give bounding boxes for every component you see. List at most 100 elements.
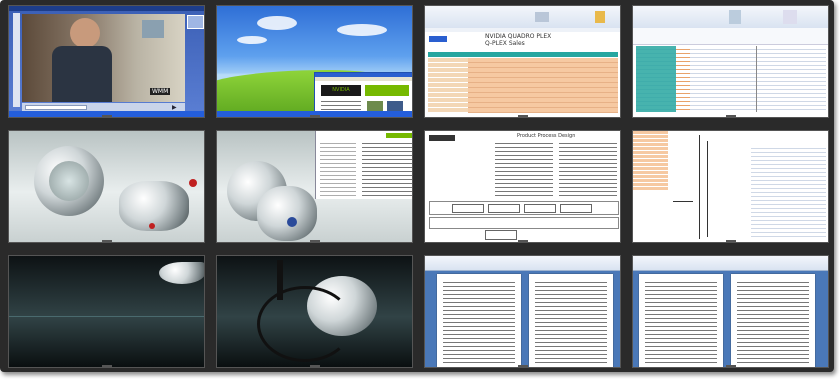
cloud <box>337 24 387 36</box>
metal-part <box>257 186 317 241</box>
page-text <box>443 280 515 364</box>
player-sidebar <box>13 13 20 107</box>
video-logo: WMM <box>150 88 171 95</box>
orange-column <box>676 46 690 112</box>
bezel-tab <box>309 115 320 117</box>
player-title-bar <box>9 6 204 11</box>
highlighted-cells[interactable] <box>468 58 618 113</box>
flow-box <box>452 204 484 213</box>
data-table[interactable] <box>428 58 618 113</box>
cloud <box>237 36 267 44</box>
sheet-subtitle: Q-PLEX Sales <box>485 40 525 47</box>
doc-text-col <box>559 141 617 197</box>
wall-picture <box>142 20 164 38</box>
table-column <box>707 141 748 237</box>
ribbon-button[interactable] <box>729 10 741 24</box>
data-table[interactable] <box>636 46 826 112</box>
video-wall-frame: WMM ▶ NVIDIA NVIDIA QUADRO PLEX Q-PLEX S… <box>0 0 834 372</box>
display-panel-3: NVIDIA QUADRO PLEX Q-PLEX Sales <box>424 5 621 118</box>
display-panel-9 <box>8 255 205 368</box>
doc-logo <box>429 135 455 141</box>
bezel-tab <box>309 240 320 242</box>
bezel-tab <box>101 365 112 367</box>
bezel-tab <box>101 115 112 117</box>
row-labels <box>428 58 468 113</box>
horizon-line <box>9 316 204 317</box>
person-body <box>52 46 112 102</box>
ribbon-toolbar[interactable] <box>633 256 828 271</box>
ribbon-button[interactable] <box>595 11 605 23</box>
document-page[interactable] <box>639 274 723 367</box>
bezel-tab <box>517 240 528 242</box>
doc-banner <box>386 133 412 138</box>
flow-box <box>485 230 517 240</box>
display-panel-2: NVIDIA <box>216 5 413 118</box>
nvidia-logo: NVIDIA <box>321 85 361 96</box>
display-panel-12 <box>632 255 829 368</box>
display-panel-4 <box>632 5 829 118</box>
metal-part <box>159 262 204 284</box>
flow-box <box>524 204 556 213</box>
ribbon-button[interactable] <box>783 10 797 24</box>
display-panel-7: Product Process Design <box>424 130 621 243</box>
doc-title: Product Process Design <box>517 133 576 139</box>
person-head <box>70 18 100 48</box>
flowchart-row <box>429 201 619 215</box>
bezel-tab <box>517 115 528 117</box>
cable <box>257 286 353 362</box>
display-panel-5 <box>8 130 205 243</box>
bezel-tab <box>517 365 528 367</box>
document-window[interactable] <box>315 131 412 199</box>
doc-text <box>362 141 412 196</box>
doc-sidebar <box>320 141 356 196</box>
playback-controls[interactable]: ▶ <box>22 103 185 111</box>
bezel-tab <box>725 365 736 367</box>
display-panel-8 <box>632 130 829 243</box>
bezel-tab <box>101 240 112 242</box>
display-panel-1: WMM ▶ <box>8 5 205 118</box>
page-text <box>645 280 717 364</box>
bell-opening <box>49 161 89 201</box>
orange-column <box>633 131 668 191</box>
table-column <box>669 135 700 239</box>
display-panel-11 <box>424 255 621 368</box>
browser-toolbar <box>315 77 412 81</box>
column-divider <box>756 46 757 112</box>
display-panel-6 <box>216 130 413 243</box>
player-thumbnail[interactable] <box>187 15 204 29</box>
formula-bar[interactable] <box>425 28 620 32</box>
table-line <box>673 201 693 202</box>
blue-ball <box>287 217 297 227</box>
document-page[interactable] <box>437 274 521 367</box>
play-icon[interactable]: ▶ <box>172 104 177 111</box>
cable <box>277 260 283 300</box>
table-header <box>428 52 618 57</box>
ribbon-toolbar[interactable] <box>425 256 620 271</box>
red-ball <box>189 179 197 187</box>
ribbon-toolbar[interactable] <box>633 6 828 29</box>
video-frame: WMM <box>22 14 185 102</box>
bezel-tab <box>725 115 736 117</box>
seek-bar[interactable] <box>25 105 87 110</box>
document-page[interactable] <box>529 274 613 367</box>
doc-text-col <box>495 141 553 197</box>
cloud <box>257 16 297 30</box>
flow-box <box>488 204 520 213</box>
bezel-tab <box>309 365 320 367</box>
company-logo <box>429 36 447 42</box>
sheet-title: NVIDIA QUADRO PLEX <box>485 33 552 40</box>
bezel-tab <box>725 240 736 242</box>
teal-column <box>636 46 676 112</box>
red-ball <box>149 223 155 229</box>
flow-box <box>560 204 592 213</box>
browser-banner <box>365 85 409 96</box>
formula-bar[interactable] <box>633 28 828 45</box>
video-wall: WMM ▶ NVIDIA NVIDIA QUADRO PLEX Q-PLEX S… <box>0 0 840 380</box>
page-text <box>535 280 607 364</box>
ribbon-toolbar[interactable] <box>425 6 620 29</box>
flowchart-row <box>429 217 619 229</box>
document-page[interactable] <box>731 274 815 367</box>
data-table[interactable] <box>751 145 826 237</box>
display-panel-10 <box>216 255 413 368</box>
ribbon-button[interactable] <box>535 12 549 22</box>
